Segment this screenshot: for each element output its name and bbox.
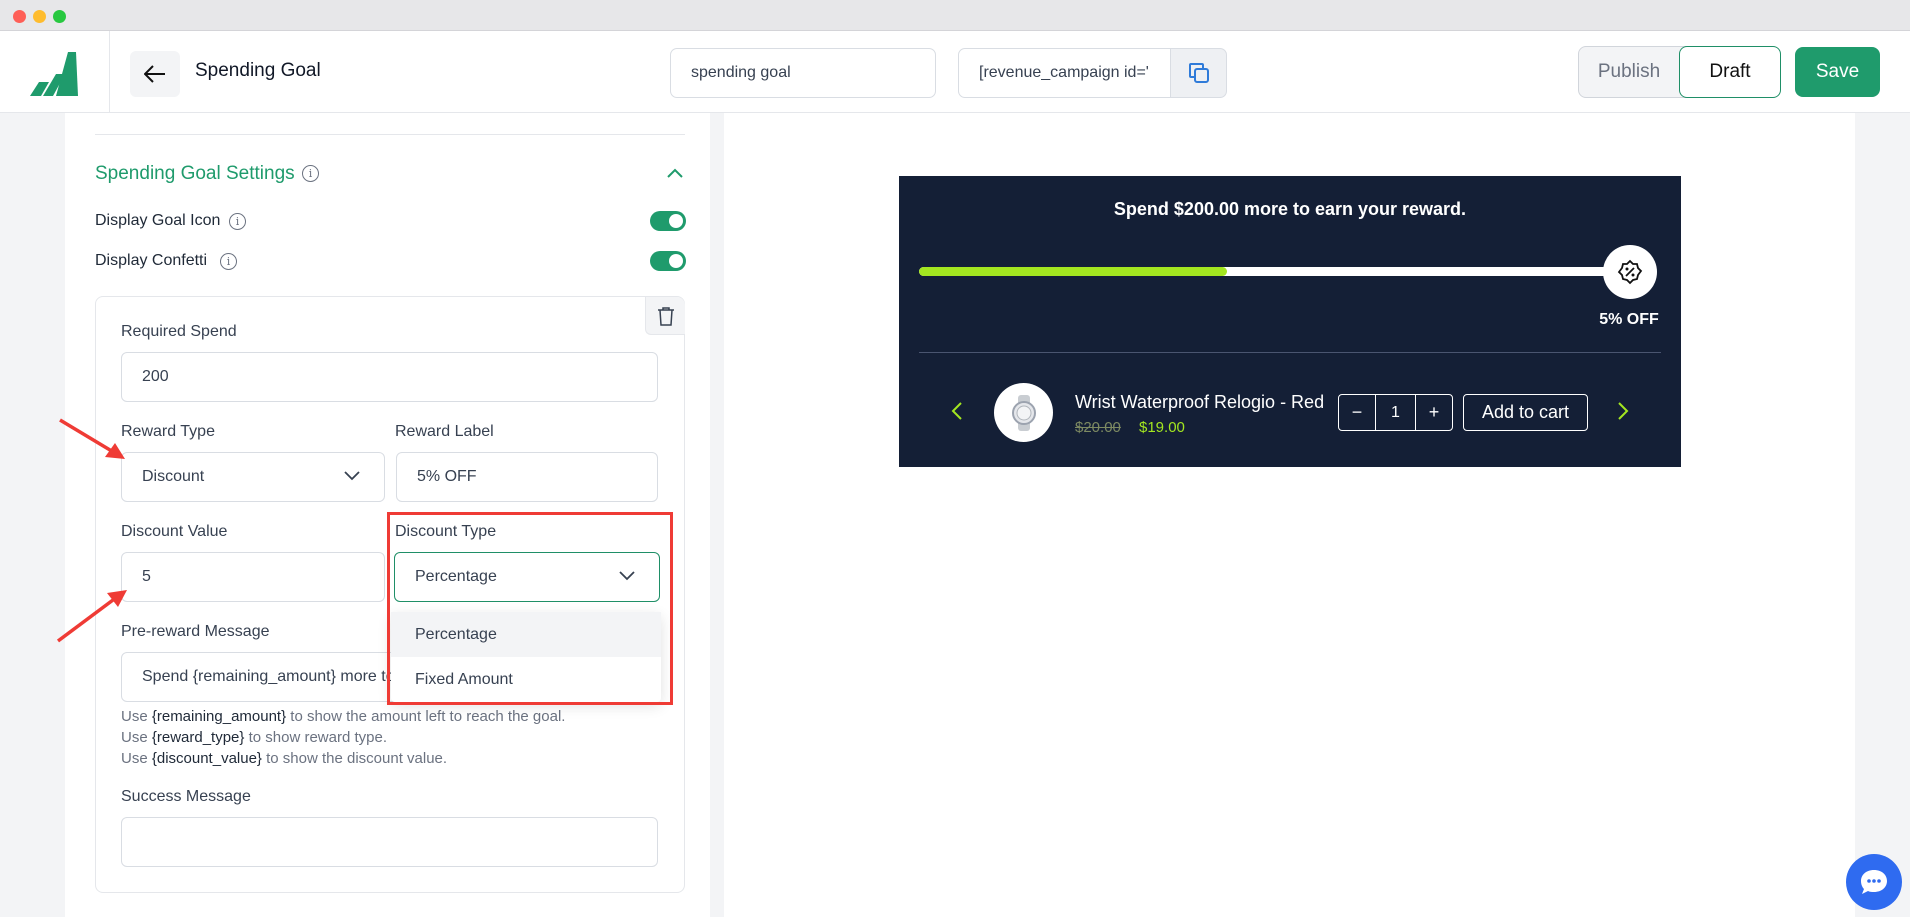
- annotation-arrow-icon: [56, 590, 127, 643]
- success-message-label: Success Message: [121, 788, 251, 805]
- watch-icon: [1011, 394, 1036, 431]
- progress-fill: [919, 267, 1227, 276]
- reward-label-label: Reward Label: [395, 423, 494, 440]
- campaign-name-input[interactable]: spending goal: [670, 48, 936, 98]
- display-goal-icon-label: Display Goal Icon: [95, 212, 221, 229]
- close-window-button[interactable]: [13, 10, 26, 23]
- save-button[interactable]: Save: [1795, 47, 1880, 97]
- window-titlebar: [0, 0, 1910, 31]
- discount-badge-icon: [1617, 259, 1643, 285]
- success-message-input[interactable]: [121, 817, 658, 867]
- info-icon[interactable]: i: [220, 253, 237, 270]
- carousel-prev-button[interactable]: [942, 396, 972, 426]
- pre-reward-message-label: Pre-reward Message: [121, 623, 270, 640]
- info-icon[interactable]: i: [229, 213, 246, 230]
- product-image[interactable]: [994, 383, 1053, 442]
- product-name[interactable]: Wrist Waterproof Relogio - Red: [1075, 392, 1324, 413]
- minimize-window-button[interactable]: [33, 10, 46, 23]
- delete-goal-button[interactable]: [645, 297, 685, 335]
- discount-value-label: Discount Value: [121, 523, 228, 540]
- annotation-highlight-box: [387, 512, 673, 705]
- hint-remaining-amount: Use {remaining_amount} to show the amoun…: [121, 708, 566, 725]
- chevron-left-icon: [951, 402, 962, 420]
- required-spend-label: Required Spend: [121, 323, 237, 340]
- shortcode-field[interactable]: [revenue_campaign id=': [958, 48, 1172, 98]
- product-new-price: $19.00: [1139, 419, 1185, 436]
- hint-reward-type: Use {reward_type} to show reward type.: [121, 729, 387, 746]
- spending-goal-widget: Spend $200.00 more to earn your reward. …: [899, 176, 1681, 467]
- reward-type-value: Discount: [142, 468, 205, 485]
- display-goal-icon-toggle[interactable]: [650, 211, 686, 231]
- page-title: Spending Goal: [195, 60, 321, 81]
- goal-message: Spend $200.00 more to earn your reward.: [1113, 199, 1467, 219]
- info-icon[interactable]: i: [302, 165, 319, 182]
- arrow-left-icon: [144, 65, 165, 83]
- publish-button[interactable]: Publish: [1579, 47, 1679, 97]
- quantity-increase-button[interactable]: +: [1415, 394, 1453, 431]
- carousel-next-button[interactable]: [1608, 396, 1638, 426]
- reward-type-select[interactable]: Discount: [121, 452, 385, 502]
- annotation-arrow-icon: [59, 418, 125, 459]
- app-logo-icon: [30, 48, 80, 101]
- maximize-window-button[interactable]: [53, 10, 66, 23]
- add-to-cart-button[interactable]: Add to cart: [1463, 394, 1588, 431]
- product-old-price: $20.00: [1075, 419, 1121, 436]
- hint-discount-value: Use {discount_value} to show the discoun…: [121, 750, 448, 767]
- discount-value-input[interactable]: 5: [121, 552, 385, 602]
- draft-button[interactable]: Draft: [1679, 46, 1781, 98]
- spending-goal-settings-title[interactable]: Spending Goal Settings: [95, 163, 295, 185]
- back-button[interactable]: [130, 51, 180, 97]
- goal-reward-label: 5% OFF: [1599, 311, 1659, 328]
- chat-bubble-icon: [1861, 870, 1887, 894]
- display-confetti-toggle[interactable]: [650, 251, 686, 271]
- section-divider: [95, 134, 685, 135]
- quantity-input[interactable]: 1: [1375, 394, 1416, 431]
- chat-support-button[interactable]: [1846, 854, 1902, 910]
- chevron-right-icon: [1618, 402, 1629, 420]
- chevron-up-icon[interactable]: [666, 166, 684, 184]
- required-spend-input[interactable]: 200: [121, 352, 658, 402]
- reward-type-label: Reward Type: [121, 423, 215, 440]
- reward-label-input[interactable]: 5% OFF: [396, 452, 658, 502]
- quantity-decrease-button[interactable]: −: [1338, 394, 1376, 431]
- chevron-down-icon: [344, 471, 360, 481]
- copy-icon: [1188, 63, 1209, 83]
- copy-shortcode-button[interactable]: [1170, 48, 1227, 98]
- trash-icon: [657, 306, 674, 326]
- widget-divider: [919, 352, 1661, 353]
- progress-track: [919, 267, 1619, 276]
- display-confetti-label: Display Confetti: [95, 252, 208, 269]
- header-divider: [109, 31, 110, 113]
- goal-icon-circle: [1603, 245, 1657, 299]
